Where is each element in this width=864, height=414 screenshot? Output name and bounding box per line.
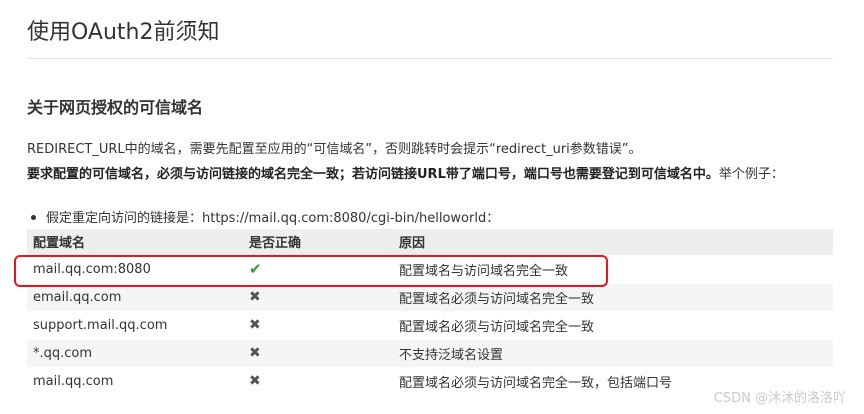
header-reason: 原因 [393, 229, 833, 256]
table-row: mail.qq.com ✖ 配置域名必须与访问域名完全一致，包括端口号 [27, 367, 833, 396]
cross-icon: ✖ [249, 373, 261, 389]
example-bullet: 假定重定向访问的链接是：https://mail.qq.com:8080/cgi… [31, 207, 499, 226]
table-row: support.mail.qq.com ✖ 配置域名必须与访问域名完全一致 [27, 311, 833, 340]
example-lead-text: 举个例子： [718, 167, 784, 182]
cross-icon: ✖ [249, 345, 261, 361]
section-title: 关于网页授权的可信域名 [27, 98, 204, 117]
cell-reason: 配置域名必须与访问域名完全一致 [393, 283, 833, 312]
header-correct: 是否正确 [243, 229, 393, 256]
table-row: *.qq.com ✖ 不支持泛域名设置 [27, 339, 833, 368]
title-divider [27, 58, 833, 59]
requirement-bold-text: 要求配置的可信域名，必须与访问链接的域名完全一致；若访问链接URL带了端口号，端… [27, 167, 719, 182]
page-title: 使用OAuth2前须知 [27, 20, 220, 45]
watermark: CSDN @沐沐的洛洛吖 [713, 391, 846, 406]
table-header-row: 配置域名 是否正确 原因 [27, 229, 833, 256]
highlight-annotation-box [14, 255, 608, 287]
bullet-dot-icon [31, 215, 36, 220]
table-row: email.qq.com ✖ 配置域名必须与访问域名完全一致 [27, 283, 833, 312]
cross-icon: ✖ [249, 289, 261, 305]
header-domain: 配置域名 [27, 229, 243, 256]
cell-domain: support.mail.qq.com [27, 311, 243, 340]
cell-domain: mail.qq.com [27, 367, 243, 396]
cell-reason: 配置域名必须与访问域名完全一致 [393, 311, 833, 340]
intro-paragraph: REDIRECT_URL中的域名，需要先配置至应用的“可信域名”，否则跳转时会提… [27, 142, 642, 157]
cell-domain: *.qq.com [27, 339, 243, 368]
cross-icon: ✖ [249, 317, 261, 333]
requirement-paragraph: 要求配置的可信域名，必须与访问链接的域名完全一致；若访问链接URL带了端口号，端… [27, 163, 784, 182]
cell-reason: 不支持泛域名设置 [393, 339, 833, 368]
domain-example-table: 配置域名 是否正确 原因 mail.qq.com:8080 ✔ 配置域名与访问域… [27, 229, 833, 396]
cell-domain: email.qq.com [27, 283, 243, 312]
example-bullet-text: 假定重定向访问的链接是：https://mail.qq.com:8080/cgi… [46, 211, 500, 226]
